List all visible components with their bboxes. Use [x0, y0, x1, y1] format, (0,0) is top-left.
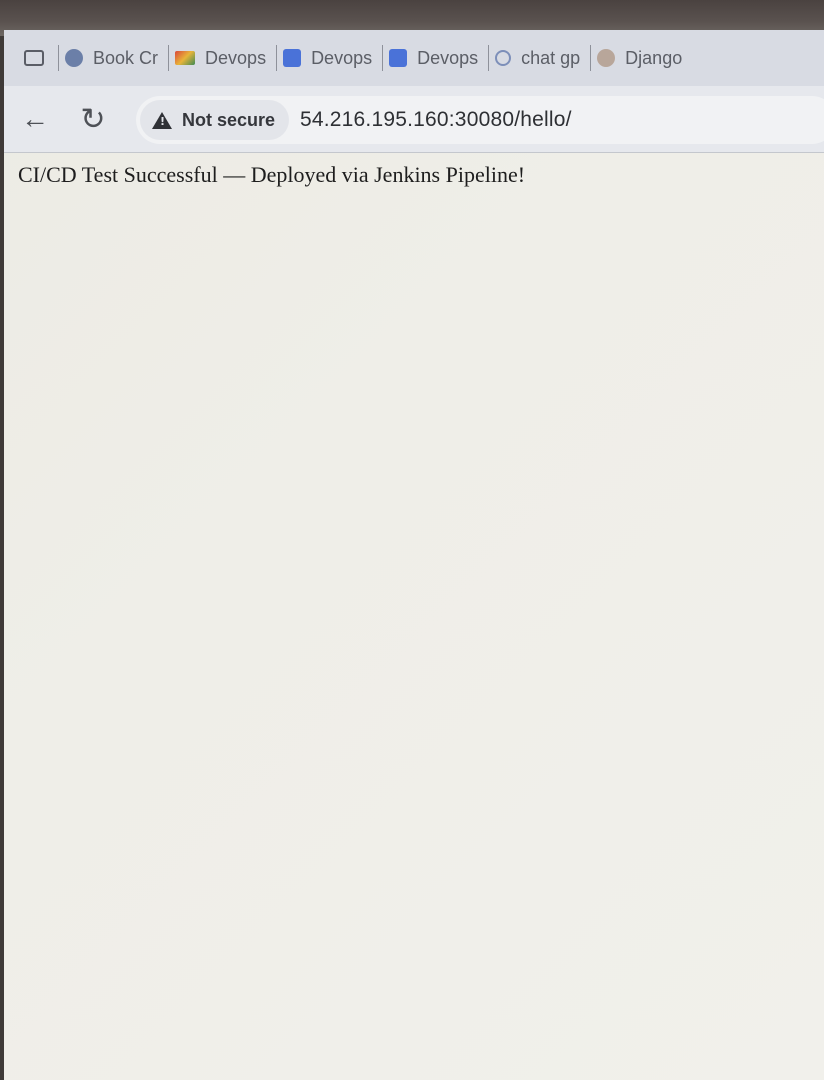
address-bar[interactable]: Not secure 54.216.195.160:30080/hello/: [136, 96, 824, 144]
bookmark-django[interactable]: Django: [597, 48, 682, 69]
security-indicator[interactable]: Not secure: [140, 100, 290, 140]
browser-toolbar: ← ↻ Not secure 54.216.195.160:30080/hell…: [4, 86, 824, 153]
docs-icon: [283, 49, 302, 67]
browser-window: Book Cr Devops Devops Devops chat gp Dja…: [4, 30, 824, 1080]
divider: [382, 45, 384, 71]
warning-icon: [152, 111, 172, 129]
globe-icon: [65, 49, 83, 67]
url-text[interactable]: 54.216.195.160:30080/hello/: [300, 108, 572, 132]
bookmarks-bar: Book Cr Devops Devops Devops chat gp Dja…: [4, 30, 824, 86]
reload-button[interactable]: ↻: [76, 102, 110, 136]
divider: [168, 45, 170, 71]
bookmark-devops-docs-1[interactable]: Devops: [283, 48, 372, 69]
bookmark-label: Devops: [417, 47, 479, 68]
divider: [58, 45, 59, 71]
back-button[interactable]: ←: [18, 102, 52, 136]
page-message: CI/CD Test Successful — Deployed via Jen…: [18, 162, 526, 187]
page-content: CI/CD Test Successful — Deployed via Jen…: [4, 152, 824, 1080]
bookmark-chat-gp[interactable]: chat gp: [495, 48, 580, 69]
bookmark-label: Devops: [311, 47, 373, 68]
bookmark-label: Devops: [205, 47, 267, 68]
bookmark-label: Book Cr: [93, 47, 159, 68]
bookmark-devops-gmail[interactable]: Devops: [175, 48, 266, 69]
arrow-left-icon: ←: [21, 103, 49, 134]
security-label: Not secure: [182, 109, 276, 130]
divider: [488, 45, 490, 71]
docs-icon: [389, 49, 408, 67]
person-icon: [597, 49, 616, 67]
bookmark-devops-docs-2[interactable]: Devops: [389, 48, 478, 69]
bookmark-book-cr[interactable]: Book Cr: [65, 48, 158, 69]
search-icon: [495, 50, 512, 66]
bookmark-label: chat gp: [521, 47, 581, 68]
bookmark-label: Django: [625, 47, 683, 68]
reload-icon: ↻: [80, 102, 106, 136]
gmail-icon: [175, 51, 196, 65]
tab-search-icon[interactable]: [24, 50, 44, 66]
divider: [590, 45, 592, 71]
divider: [276, 45, 278, 71]
